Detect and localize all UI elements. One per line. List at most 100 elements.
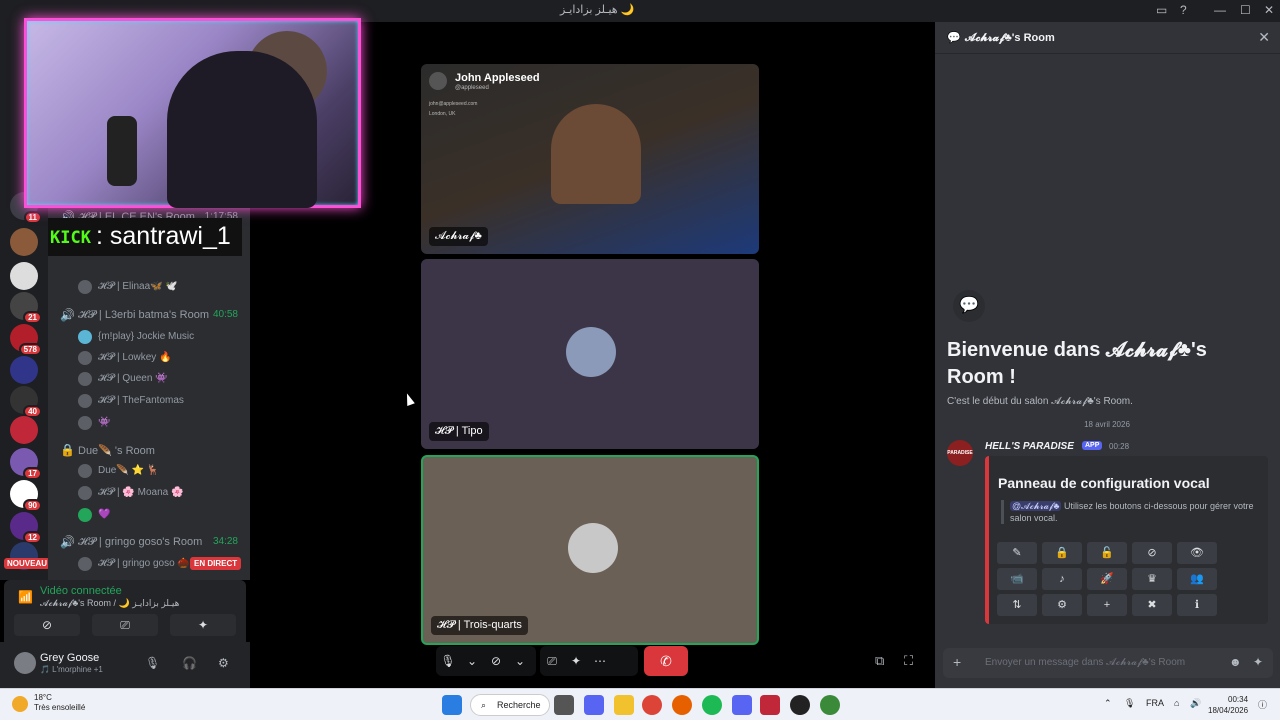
notification-icon[interactable]: ⓘ — [1258, 698, 1267, 711]
voice-connection-panel: 📶 Vidéo connectée 𝓐𝓬𝓱𝓻𝓪𝓯♣'s Room / 🌙 هيـ… — [4, 580, 246, 642]
embed-action-button[interactable]: + — [1087, 594, 1127, 616]
server-icon[interactable] — [10, 356, 38, 384]
embed-action-button[interactable]: ♪ — [1042, 568, 1082, 590]
volume-icon[interactable]: 🔊 — [1190, 698, 1201, 709]
camera-off-icon[interactable]: ⊘ — [484, 646, 508, 676]
server-icon[interactable] — [10, 228, 38, 256]
embed-action-button[interactable]: 📹 — [997, 568, 1037, 590]
embed-action-button[interactable]: ♛ — [1132, 568, 1172, 590]
maximize-button[interactable]: ☐ — [1240, 3, 1251, 17]
user-name: 💜 — [98, 509, 111, 520]
tile-label: 𝓐𝓬𝓱𝓻𝓪𝓯♣ — [429, 227, 488, 246]
channel-name: Due🪶 's Room — [78, 445, 155, 457]
screen-share-icon[interactable]: ⎚ — [540, 646, 564, 676]
voice-channel[interactable]: 🔊 𝓗𝓟 | gringo goso's Room 34:28 — [48, 533, 250, 553]
help-icon[interactable]: ? — [1180, 3, 1187, 17]
avatar — [78, 280, 92, 294]
video-tile[interactable]: 𝓗𝓟 | Tipo — [421, 259, 759, 449]
explorer-icon[interactable] — [614, 695, 634, 715]
window-title: هيـلز بزادايـز 🌙 — [560, 4, 635, 16]
chrome-icon[interactable] — [820, 695, 840, 715]
firefox-icon[interactable] — [672, 695, 692, 715]
chevron-up-icon[interactable]: ⌃ — [1104, 698, 1112, 709]
server-icon[interactable]: 12 — [10, 512, 42, 544]
search-box[interactable]: ⌕ Recherche — [470, 694, 550, 716]
hang-up-button[interactable]: ✆ — [644, 646, 688, 676]
language-indicator[interactable]: FRA — [1146, 698, 1164, 708]
webcam-overlay — [24, 18, 361, 208]
close-icon[interactable]: ✕ — [1258, 29, 1270, 46]
weather-icon[interactable] — [12, 696, 28, 712]
chrome-icon[interactable] — [642, 695, 662, 715]
apps-icon[interactable]: ✦ — [1253, 655, 1263, 669]
popout-icon[interactable]: ⧉ — [875, 653, 884, 669]
activities-icon[interactable]: ✦ — [564, 646, 588, 676]
more-icon[interactable]: ⋯ — [588, 646, 612, 676]
minimize-button[interactable]: — — [1214, 3, 1226, 17]
embed-action-button[interactable]: ✖ — [1132, 594, 1172, 616]
spotify-icon[interactable] — [702, 695, 722, 715]
embed-action-button[interactable]: 🚀 — [1087, 568, 1127, 590]
embed-action-button[interactable]: 🔒 — [1042, 542, 1082, 564]
message-input[interactable]: Envoyer un message dans 𝓐𝓬𝓱𝓻𝓪𝓯♣'s Room — [985, 657, 1185, 668]
app-icon[interactable] — [760, 695, 780, 715]
server-icon[interactable]: 90 — [10, 480, 42, 512]
server-icon[interactable]: 21 — [10, 292, 42, 324]
message-composer[interactable]: + Envoyer un message dans 𝓐𝓬𝓱𝓻𝓪𝓯♣'s Room… — [943, 648, 1273, 678]
search-icon: ⌕ — [481, 700, 487, 710]
obs-icon[interactable] — [790, 695, 810, 715]
bot-name[interactable]: HELL'S PARADISE — [985, 441, 1074, 452]
close-window-button[interactable]: ✕ — [1264, 3, 1274, 17]
plus-icon[interactable]: + — [953, 654, 961, 670]
embed-title: Panneau de configuration vocal — [998, 475, 1210, 491]
avatar — [78, 464, 92, 478]
user-name: 𝓗𝓟 | Queen 👾 — [98, 373, 168, 384]
user-mention[interactable]: @𝓐𝓬𝓱𝓻𝓪𝓯♣ — [1010, 501, 1062, 511]
server-icon[interactable] — [10, 262, 38, 290]
bot-avatar[interactable]: PARADISE — [947, 440, 973, 466]
server-icon[interactable]: 17 — [10, 448, 42, 480]
taskbar: 18°C Très ensoleillé ⌕ Recherche ⌃ 🎙 FRA… — [0, 688, 1280, 720]
teams-icon[interactable] — [584, 695, 604, 715]
network-icon[interactable]: ⌂ — [1174, 698, 1179, 708]
activities-button[interactable]: ✦ — [170, 614, 236, 636]
embed-action-button[interactable]: ⊘ — [1132, 542, 1172, 564]
task-view-icon[interactable] — [554, 695, 574, 715]
voice-channel[interactable]: 🔊 𝓗𝓟 | L3erbi batma's Room 40:58 — [48, 306, 250, 326]
discord-icon[interactable] — [732, 695, 752, 715]
video-tile-speaking[interactable]: 𝓗𝓟 | Trois-quarts — [421, 455, 759, 645]
embed-action-button[interactable]: 👥 — [1177, 568, 1217, 590]
video-tile[interactable]: John Appleseed @appleseed john@appleseed… — [421, 64, 759, 254]
headphones-icon[interactable]: 🎧 — [182, 656, 197, 670]
embed-action-button[interactable]: ℹ — [1177, 594, 1217, 616]
camera-off-button[interactable]: ⊘ — [14, 614, 80, 636]
server-icon[interactable] — [10, 416, 38, 444]
gear-icon[interactable]: ⚙ — [218, 656, 229, 670]
server-icon[interactable]: 40 — [10, 386, 42, 418]
embed-action-button[interactable]: 🔓 — [1087, 542, 1127, 564]
speaker-icon: 🔊 — [60, 308, 75, 322]
inbox-icon[interactable]: ▭ — [1156, 3, 1167, 17]
emoji-icon[interactable]: ☻ — [1229, 655, 1242, 669]
screen-share-button[interactable]: ⎚ — [92, 614, 158, 636]
embed-action-button[interactable]: ⇅ — [997, 594, 1037, 616]
weather-widget[interactable]: 18°C Très ensoleillé — [34, 693, 85, 713]
embed-action-button[interactable]: ✎ — [997, 542, 1037, 564]
voice-channel[interactable]: 🔒 Due🪶 's Room — [48, 441, 250, 461]
user-name: 𝓗𝓟 | Elinaa🦋 🕊️ — [98, 281, 178, 292]
mic-icon[interactable]: 🎙 — [145, 656, 160, 670]
clock[interactable]: 00:34 18/04/2026 — [1208, 694, 1248, 716]
chevron-down-icon[interactable]: ⌄ — [460, 646, 484, 676]
mic-icon[interactable]: 🎙 — [436, 646, 460, 676]
voice-channel-path[interactable]: 𝓐𝓬𝓱𝓻𝓪𝓯♣'s Room / 🌙 هيـلز بزادايـز — [40, 598, 179, 609]
avatar[interactable] — [14, 652, 36, 674]
server-icon[interactable]: 578 — [10, 324, 42, 356]
chevron-down-icon[interactable]: ⌄ — [508, 646, 532, 676]
embed-action-button[interactable]: 👁 — [1177, 542, 1217, 564]
start-icon[interactable] — [442, 695, 462, 715]
mic-icon[interactable]: 🎙 — [1124, 698, 1135, 709]
embed-action-button[interactable]: ⚙ — [1042, 594, 1082, 616]
fullscreen-icon[interactable]: ⛶ — [904, 653, 913, 669]
avatar — [78, 486, 92, 500]
speaker-icon: 🔊 — [60, 535, 75, 549]
